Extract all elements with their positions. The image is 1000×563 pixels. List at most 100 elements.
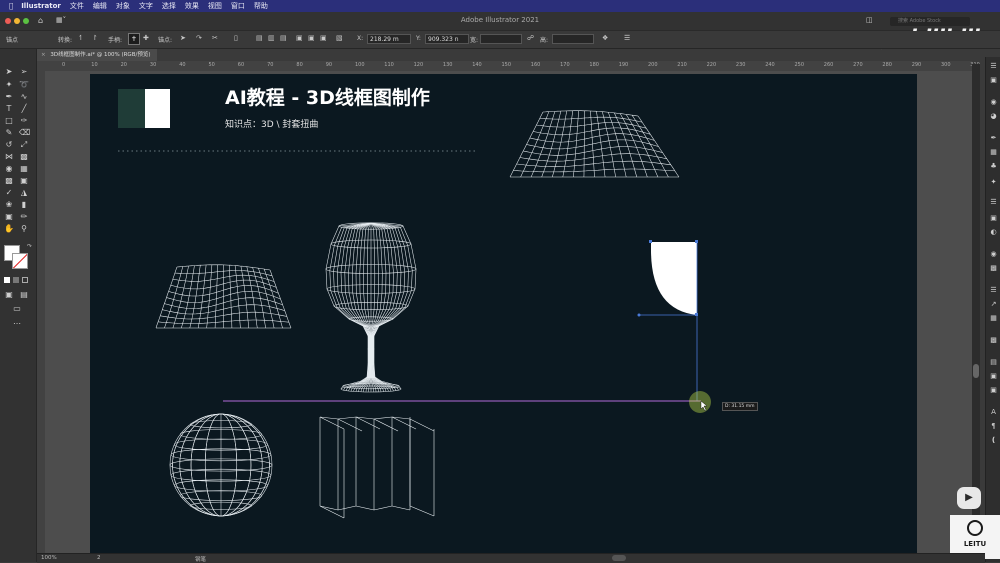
transform-icon[interactable]: ❖ [602,34,608,42]
shaper-tool-icon[interactable]: ✎ [4,128,14,137]
horizontal-scroll-thumb[interactable] [612,555,626,561]
distribute-icon[interactable]: ▧ [336,34,343,42]
perspective-grid-icon[interactable]: ▦ [19,164,29,173]
mesh-tool-icon[interactable]: ▩ [4,176,14,185]
transparency-icon[interactable]: ◐ [989,229,998,236]
artboard-number[interactable]: 2 [97,555,101,561]
arrange-docs-icon[interactable]: ◫ [866,16,873,24]
pen-tool-icon[interactable]: ✒ [4,92,14,101]
height-field[interactable] [552,34,594,44]
width-tool-icon[interactable]: ⋈ [4,152,14,161]
shape-builder-icon[interactable]: ◉ [4,164,14,173]
y-coordinate-field[interactable]: 909.323 n [425,34,469,44]
isolate-icon[interactable]: ▯ [234,34,238,42]
opentype-icon[interactable]: ❪ [989,437,998,444]
blend-tool-icon[interactable]: ◮ [19,188,29,197]
gradient-mode-icon[interactable] [13,277,19,283]
rotate-tool-icon[interactable]: ↺ [4,140,14,149]
menu-file[interactable]: 文件 [70,1,84,11]
connect-anchor-icon[interactable]: ↷ [196,34,202,42]
color-mode-icon[interactable] [4,277,10,283]
brushes-icon[interactable]: ✒ [989,135,998,142]
align-right-icon[interactable]: ▤ [280,34,287,42]
link-dimensions-icon[interactable]: ☍ [527,34,534,42]
menu-view[interactable]: 视图 [208,1,222,11]
align-middle-icon[interactable]: ▣ [308,34,315,42]
vertical-scrollbar[interactable] [972,64,980,553]
character-icon[interactable]: A [989,409,998,416]
align-top-icon[interactable]: ▣ [296,34,303,42]
zoom-level[interactable]: 100% [41,555,57,561]
libraries-icon[interactable]: ▣ [989,77,998,84]
menu-effect[interactable]: 效果 [185,1,199,11]
layers-icon[interactable]: ☰ [989,287,998,294]
free-transform-icon[interactable]: ▩ [19,152,29,161]
color-icon[interactable]: ◉ [989,99,998,106]
stroke-icon[interactable]: ☰ [989,199,998,206]
width-field[interactable] [480,34,522,44]
menu-object[interactable]: 对象 [116,1,130,11]
zoom-tool-icon[interactable]: ⚲ [19,224,29,233]
menu-edit[interactable]: 编辑 [93,1,107,11]
menu-select[interactable]: 选择 [162,1,176,11]
artboard-tool-icon[interactable]: ▣ [4,212,14,221]
panel-menu-icon[interactable]: ☰ [624,34,630,42]
slice-tool-icon[interactable]: ✏ [19,212,29,221]
menu-window[interactable]: 窗口 [231,1,245,11]
align-left-icon[interactable]: ▤ [256,34,263,42]
eraser-icon[interactable]: ⌫ [19,128,30,137]
export-icon[interactable]: ↗ [989,301,998,308]
draw-normal-icon[interactable]: ▣ [4,290,14,299]
gradient-tool-icon[interactable]: ▣ [19,176,29,185]
eyedropper-icon[interactable]: ✓ [4,188,14,197]
type-tool-icon[interactable]: T [4,104,14,113]
selection-tool-icon[interactable]: ➤ [4,67,14,76]
rectangle-tool-icon[interactable]: □ [4,116,14,125]
align-bottom-icon[interactable]: ▣ [320,34,327,42]
lasso-icon[interactable]: ➰ [19,80,29,89]
magic-wand-icon[interactable]: ✦ [4,80,14,89]
symbols-icon[interactable]: ♣ [989,163,998,170]
properties-icon[interactable]: ☰ [989,63,998,70]
align-center-icon[interactable]: ▥ [268,34,275,42]
paragraph-icon[interactable]: ¶ [989,423,998,430]
transform-panel-icon[interactable]: ▣ [989,387,998,394]
scale-tool-icon[interactable]: ⤢ [19,140,29,149]
none-mode-icon[interactable] [22,277,28,283]
curvature-tool-icon[interactable]: ∿ [19,92,29,101]
more-tools-icon[interactable]: ⋯ [12,319,22,328]
cut-path-icon[interactable]: ✂ [212,34,218,42]
column-graph-icon[interactable]: ▮ [19,200,29,209]
close-tab-icon[interactable]: × [41,52,46,58]
hide-handles-icon[interactable]: ✚ [143,34,149,42]
document-tab[interactable]: × 3D线框图制作.ai* @ 100% (RGB/预览) [37,49,157,61]
swap-colors-icon[interactable]: ↷ [27,243,32,250]
menu-help[interactable]: 帮助 [254,1,268,11]
play-icon[interactable]: ▶ [957,487,981,509]
vertical-scroll-thumb[interactable] [973,364,979,378]
pattern-icon[interactable]: ▩ [989,337,998,344]
line-tool-icon[interactable]: ╱ [19,104,29,113]
remove-anchor-icon[interactable]: ➤ [180,34,186,42]
show-handles-icon[interactable]: ✝ [128,33,140,45]
apple-icon[interactable]:  [9,2,13,10]
image-trace-icon[interactable]: ▩ [989,265,998,272]
app-menu[interactable]: Illustrator [21,2,61,10]
artboard[interactable]: AI教程 - 3D线框图制作 知识点：3D \ 封套扭曲 D: 31.15 mm [90,74,917,553]
menu-type[interactable]: 文字 [139,1,153,11]
symbol-sprayer-icon[interactable]: ❀ [4,200,14,209]
screen-mode-icon[interactable]: ▭ [12,304,22,313]
draw-behind-icon[interactable]: ▤ [19,290,29,299]
swatches-icon[interactable]: ▦ [989,149,998,156]
direct-selection-tool-icon[interactable]: ➢ [19,67,29,76]
convert-corner-icon[interactable]: ↿ [78,34,84,42]
artboards-icon[interactable]: ▦ [989,315,998,322]
x-coordinate-field[interactable]: 218.29 m [367,34,411,44]
hand-tool-icon[interactable]: ✋ [4,224,14,233]
color-guide-icon[interactable]: ◕ [989,113,998,120]
appearance-icon[interactable]: ◉ [989,251,998,258]
stroke-color-swatch[interactable] [12,253,28,269]
pathfinder-icon[interactable]: ▣ [989,373,998,380]
align-panel-icon[interactable]: ▤ [989,359,998,366]
paintbrush-icon[interactable]: ✑ [19,116,29,125]
